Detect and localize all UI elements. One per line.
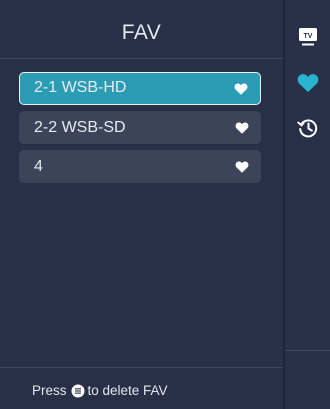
channel-item[interactable]: 4 [19, 150, 261, 183]
channel-list: 2-1 WSB-HD 2-2 WSB-SD 4 [19, 72, 261, 189]
footer-suffix: to delete FAV [87, 383, 168, 398]
channel-label: 2-2 WSB-SD [34, 119, 126, 136]
fav-panel: FAV 2-1 WSB-HD 2-2 WSB-SD 4 Press to del… [0, 0, 283, 409]
channel-item[interactable]: 2-2 WSB-SD [19, 111, 261, 144]
heart-icon [235, 121, 249, 134]
channel-label: 2-1 WSB-HD [34, 79, 127, 96]
footer-divider [0, 367, 283, 368]
channel-label: 4 [34, 158, 43, 175]
tv-favorites-screen: FAV 2-1 WSB-HD 2-2 WSB-SD 4 Press to del… [0, 0, 330, 409]
heart-icon [235, 160, 249, 173]
history-icon[interactable] [297, 117, 319, 139]
menu-key-icon [71, 384, 85, 397]
header-divider [0, 58, 283, 59]
heart-icon [234, 82, 248, 95]
heart-icon[interactable] [297, 72, 319, 94]
svg-text:TV: TV [304, 33, 313, 40]
sidebar: TV [285, 0, 330, 409]
footer-prefix: Press [32, 383, 67, 398]
sidebar-bottom-divider [285, 350, 330, 351]
panel-title: FAV [121, 21, 162, 44]
channel-item[interactable]: 2-1 WSB-HD [19, 72, 261, 105]
tv-icon[interactable]: TV [297, 26, 319, 48]
footer-hint: Press to delete FAV [32, 383, 168, 398]
